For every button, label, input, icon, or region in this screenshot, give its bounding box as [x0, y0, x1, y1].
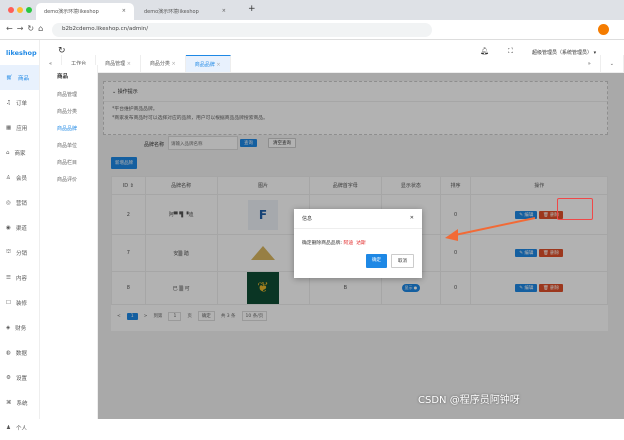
watermark: CSDN @程序员阿钟呀 [418, 395, 520, 406]
annotation-arrow [445, 217, 536, 241]
person-icon: ♟ [6, 424, 11, 431]
sidebar-item-label: 个人 [15, 425, 27, 432]
